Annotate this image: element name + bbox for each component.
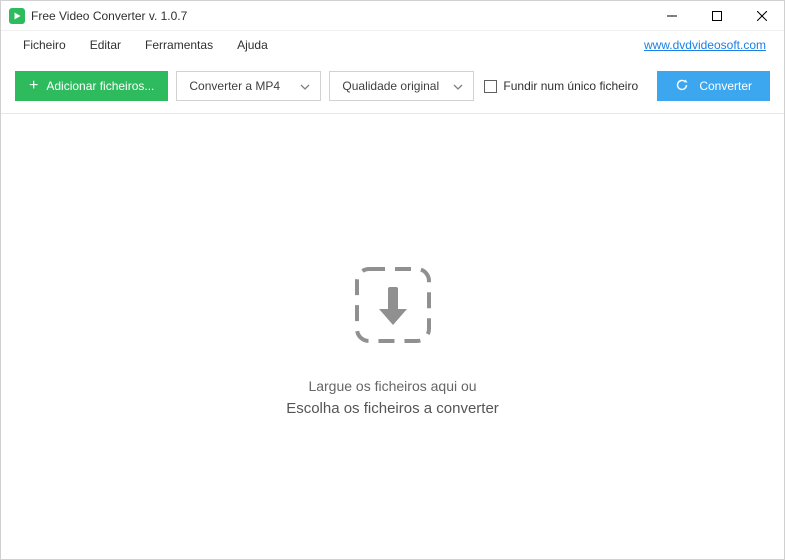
menu-edit[interactable]: Editar: [78, 34, 133, 56]
merge-checkbox[interactable]: Fundir num único ficheiro: [484, 79, 638, 93]
toolbar: + Adicionar ficheiros... Converter a MP4…: [1, 59, 784, 114]
merge-label: Fundir num único ficheiro: [503, 79, 638, 93]
app-logo-icon: [9, 8, 25, 24]
quality-dropdown[interactable]: Qualidade original: [329, 71, 474, 101]
window-controls: [649, 1, 784, 31]
maximize-button[interactable]: [694, 1, 739, 31]
website-link[interactable]: www.dvdvideosoft.com: [644, 38, 774, 52]
add-files-label: Adicionar ficheiros...: [46, 79, 154, 93]
convert-label: Converter: [699, 79, 752, 93]
convert-button[interactable]: Converter: [657, 71, 770, 101]
chevron-down-icon: [300, 79, 310, 93]
quality-selected: Qualidade original: [342, 79, 439, 93]
add-files-button[interactable]: + Adicionar ficheiros...: [15, 71, 168, 101]
close-button[interactable]: [739, 1, 784, 31]
menubar: Ficheiro Editar Ferramentas Ajuda www.dv…: [1, 31, 784, 59]
choose-files-link[interactable]: Escolha os ficheiros a converter: [286, 400, 499, 417]
menu-help[interactable]: Ajuda: [225, 34, 280, 56]
drop-hint-line1: Largue os ficheiros aqui ou: [308, 378, 476, 394]
chevron-down-icon: [453, 79, 463, 93]
drop-zone[interactable]: Largue os ficheiros aqui ou Escolha os f…: [1, 114, 784, 559]
format-dropdown[interactable]: Converter a MP4: [176, 71, 321, 101]
checkbox-box-icon: [484, 80, 497, 93]
titlebar: Free Video Converter v. 1.0.7: [1, 1, 784, 31]
minimize-button[interactable]: [649, 1, 694, 31]
menu-tools[interactable]: Ferramentas: [133, 34, 225, 56]
format-selected: Converter a MP4: [189, 79, 280, 93]
drop-arrow-icon: [345, 257, 441, 358]
plus-icon: +: [29, 78, 38, 94]
menu-file[interactable]: Ficheiro: [11, 34, 78, 56]
refresh-icon: [675, 78, 689, 95]
window-title: Free Video Converter v. 1.0.7: [31, 9, 649, 23]
